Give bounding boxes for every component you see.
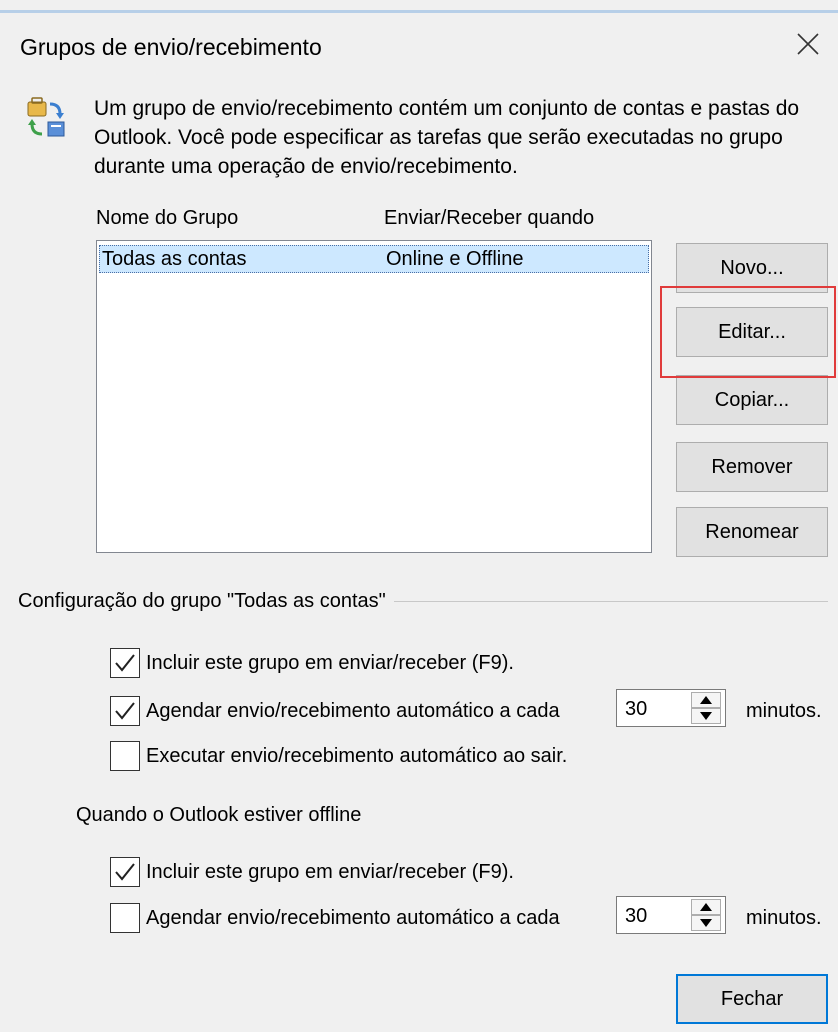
title-bar-accent	[0, 10, 838, 13]
close-button[interactable]: Fechar	[676, 974, 828, 1024]
include-in-send-receive-checkbox[interactable]	[110, 648, 140, 678]
group-name-cell: Todas as contas	[102, 248, 247, 270]
checkmark-icon	[115, 863, 135, 881]
offline-include-in-send-receive-label: Incluir este grupo em enviar/receber (F9…	[146, 861, 514, 883]
column-header-group-name: Nome do Grupo	[96, 207, 239, 229]
group-when-cell: Online e Offline	[386, 248, 524, 270]
rename-button[interactable]: Renomear	[676, 507, 828, 557]
column-header-send-receive-when: Enviar/Receber quando	[384, 207, 595, 229]
spin-up-icon[interactable]	[691, 899, 721, 915]
schedule-auto-send-receive-checkbox[interactable]	[110, 696, 140, 726]
checkmark-icon	[115, 702, 135, 720]
offline-schedule-auto-send-receive-checkbox[interactable]	[110, 903, 140, 933]
checkmark-icon	[115, 654, 135, 672]
groups-list[interactable]: Todas as contas Online e Offline	[96, 240, 652, 553]
spin-down-icon[interactable]	[691, 915, 721, 931]
list-item[interactable]: Todas as contas Online e Offline	[99, 245, 649, 273]
close-icon[interactable]	[788, 24, 828, 64]
minutes-spinbox[interactable]	[616, 689, 726, 727]
offline-minutes-input[interactable]	[623, 901, 687, 931]
schedule-auto-send-receive-label: Agendar envio/recebimento automático a c…	[146, 700, 560, 722]
include-in-send-receive-label: Incluir este grupo em enviar/receber (F9…	[146, 652, 514, 674]
dialog-title: Grupos de envio/recebimento	[20, 34, 322, 60]
spin-up-icon[interactable]	[691, 692, 721, 708]
minutes-unit-label: minutos.	[746, 700, 822, 722]
offline-schedule-auto-send-receive-label: Agendar envio/recebimento automático a c…	[146, 907, 560, 929]
minutes-input[interactable]	[623, 694, 687, 724]
intro-text: Um grupo de envio/recebimento contém um …	[94, 97, 800, 178]
offline-include-in-send-receive-checkbox[interactable]	[110, 857, 140, 887]
offline-section-title: Quando o Outlook estiver offline	[76, 804, 362, 826]
offline-minutes-spinbox[interactable]	[616, 896, 726, 934]
send-receive-groups-icon	[22, 96, 70, 142]
send-receive-on-exit-checkbox[interactable]	[110, 741, 140, 771]
send-receive-on-exit-label: Executar envio/recebimento automático ao…	[146, 745, 568, 767]
copy-button[interactable]: Copiar...	[676, 375, 828, 425]
spin-down-icon[interactable]	[691, 708, 721, 724]
offline-minutes-unit-label: minutos.	[746, 907, 822, 929]
group-settings-title: Configuração do grupo "Todas as contas"	[18, 590, 394, 613]
remove-button[interactable]: Remover	[676, 442, 828, 492]
edit-button-highlight	[660, 286, 836, 378]
